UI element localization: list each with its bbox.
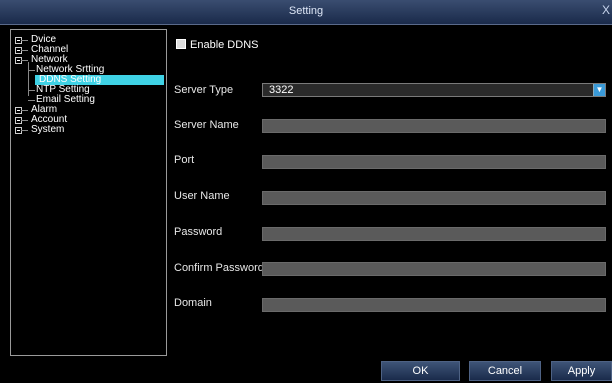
port-label: Port	[174, 154, 195, 166]
server-type-value: 3322	[269, 84, 294, 96]
user-name-label: User Name	[174, 190, 230, 202]
server-name-label: Server Name	[174, 119, 239, 131]
user-name-field[interactable]	[262, 191, 606, 205]
enable-ddns-checkbox[interactable]: Enable DDNS	[176, 39, 258, 51]
confirm-password-label: Confirm Password	[174, 262, 264, 274]
enable-ddns-label: Enable DDNS	[190, 39, 259, 51]
checkbox-icon[interactable]	[176, 39, 186, 49]
server-type-select[interactable]: 3322 ▼	[262, 83, 606, 97]
confirm-password-field[interactable]	[262, 262, 606, 276]
server-name-field[interactable]	[262, 119, 606, 133]
port-field[interactable]	[262, 155, 606, 169]
domain-field[interactable]	[262, 298, 606, 312]
domain-label: Domain	[174, 297, 212, 309]
window-title: Setting	[288, 5, 324, 17]
apply-button[interactable]: Apply	[551, 361, 612, 381]
title-bar: Setting X	[0, 0, 612, 25]
password-label: Password	[174, 226, 223, 238]
close-icon[interactable]: X	[602, 4, 610, 16]
settings-tree: Dvice Channel Network Network Srtting DD…	[10, 29, 167, 356]
cancel-button[interactable]: Cancel	[469, 361, 541, 381]
password-field[interactable]	[262, 227, 606, 241]
ok-button[interactable]: OK	[381, 361, 460, 381]
server-type-label: Server Type	[174, 84, 234, 96]
chevron-down-icon[interactable]: ▼	[593, 84, 605, 96]
